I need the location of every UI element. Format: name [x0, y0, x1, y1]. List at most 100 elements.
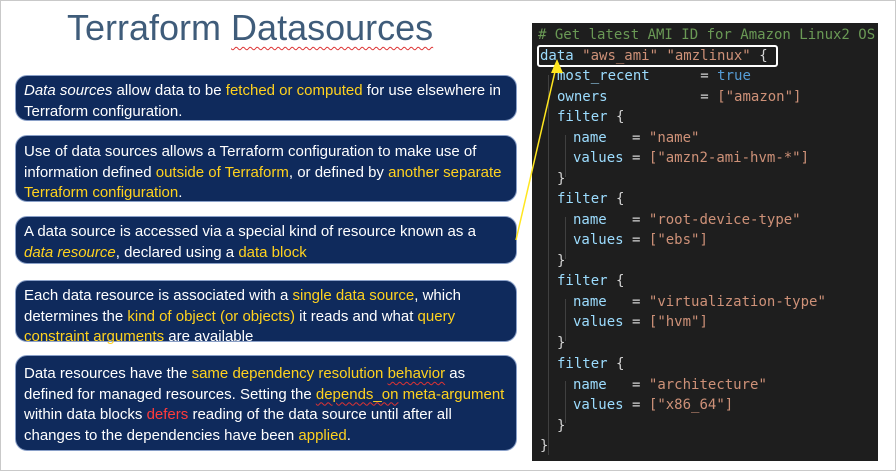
code-key-owners: owners — [557, 89, 608, 105]
code-f3-values: ["hvm"] — [648, 314, 708, 330]
code-eq: = — [632, 150, 641, 166]
b1-italic: Data sources — [24, 82, 113, 99]
b2-text-mid: , or defined by — [288, 163, 389, 181]
code-key-values: values — [573, 314, 624, 330]
b3-text: A data source is accessed via a special … — [24, 223, 476, 240]
code-f3-name: "virtualization-type" — [648, 294, 826, 310]
b4-text-end: are available — [164, 328, 254, 345]
b4-text-mid2: it reads and what — [294, 307, 418, 325]
slide-title: Terraform Datasources — [67, 7, 433, 49]
code-line-f3-name: name = "virtualization-type" — [573, 292, 826, 312]
code-key-name: name — [573, 212, 607, 228]
code-line-f1-name: name = "name" — [573, 128, 699, 148]
b5-highlight-depends-on: depends_on — [315, 385, 399, 403]
code-line-f1-values: values = ["amzn2-ami-hvm-*"] — [573, 148, 809, 168]
code-key-values: values — [573, 397, 624, 413]
slide: Terraform Datasources Data sources allow… — [0, 0, 896, 471]
code-eq: = — [632, 212, 641, 228]
code-f4-values: ["x86_64"] — [648, 397, 734, 413]
code-line-f2-name: name = "root-device-type" — [573, 210, 801, 230]
code-key-values: values — [573, 150, 624, 166]
code-keyword-filter: filter — [557, 356, 608, 372]
code-key-values: values — [573, 232, 624, 248]
info-box-single-data-source: Each data resource is associated with a … — [15, 280, 517, 345]
code-keyword-filter: filter — [557, 109, 608, 125]
info-box-data-sources: Data sources allow data to be fetched or… — [15, 75, 517, 121]
indent-guide-1 — [548, 75, 549, 455]
code-line-most-recent: most_recent = true — [557, 66, 751, 86]
code-line-owners: owners = ["amazon"] — [557, 87, 801, 107]
b5-highlight-defers: defers — [146, 406, 189, 423]
code-key-name: name — [573, 130, 607, 146]
b5-highlight-behavior: behavior — [387, 365, 446, 382]
code-eq: = — [700, 68, 709, 84]
code-close-brace: } — [557, 253, 566, 269]
b3-text-mid: , declared using a — [115, 243, 239, 261]
b5-highlight-meta: meta-argument — [398, 385, 505, 403]
code-line-filter-1: filter { — [557, 107, 624, 127]
code-f2-name: "root-device-type" — [648, 212, 801, 228]
code-eq: = — [632, 397, 641, 413]
code-owners-value: ["amazon"] — [717, 89, 802, 105]
code-final-brace: } — [540, 438, 549, 454]
code-open-brace: { — [616, 109, 625, 125]
code-key-most-recent: most_recent — [557, 68, 650, 84]
code-f4-name: "architecture" — [648, 377, 767, 393]
code-keyword-filter: filter — [557, 273, 608, 289]
info-box-use-of-data-sources: Use of data sources allows a Terraform c… — [15, 135, 517, 202]
title-word-terraform: Terraform — [67, 7, 222, 48]
code-line-close-3: } — [557, 333, 565, 353]
code-open-brace: { — [616, 273, 625, 289]
code-eq: = — [632, 130, 641, 146]
code-close-brace: } — [557, 335, 566, 351]
code-eq: = — [632, 294, 641, 310]
code-open-brace: { — [616, 356, 625, 372]
code-f1-values: ["amzn2-ami-hvm-*"] — [648, 150, 810, 166]
b5-highlight-same: same dependency resolution — [191, 365, 388, 382]
code-line-close-2: } — [557, 251, 565, 271]
code-line-f2-values: values = ["ebs"] — [573, 230, 708, 250]
code-highlight-box — [537, 45, 778, 67]
code-editor-panel: # Get latest AMI ID for Amazon Linux2 OS… — [532, 23, 878, 461]
code-eq: = — [700, 89, 709, 105]
code-line-f3-values: values = ["hvm"] — [573, 312, 708, 332]
code-eq: = — [632, 232, 641, 248]
title-word-datasources: Datasources — [231, 7, 434, 48]
b1-highlight: fetched or computed — [225, 82, 363, 99]
code-bool-true: true — [717, 68, 751, 84]
code-line-close-1: } — [557, 169, 565, 189]
code-line-close-4: } — [557, 416, 565, 436]
code-line-f4-name: name = "architecture" — [573, 375, 767, 395]
code-line-filter-4: filter { — [557, 354, 624, 374]
b5-text-mid2: within data blocks — [24, 406, 147, 423]
b2-highlight-outside: outside of Terraform — [155, 163, 289, 181]
code-line-comment: # Get latest AMI ID for Amazon Linux2 OS — [538, 25, 875, 45]
info-box-dependency: Data resources have the same dependency … — [15, 355, 517, 451]
code-key-name: name — [573, 294, 607, 310]
code-f1-name: "name" — [648, 130, 700, 146]
b4-highlight-single: single data source — [292, 287, 415, 304]
code-open-brace: { — [616, 191, 625, 207]
b2-text-end: . — [178, 184, 183, 201]
code-line-filter-3: filter { — [557, 271, 624, 291]
b5-text-end: . — [346, 426, 351, 444]
code-f2-values: ["ebs"] — [648, 232, 708, 248]
code-line-final-brace: } — [540, 436, 548, 456]
code-line-filter-2: filter { — [557, 189, 624, 209]
info-box-data-resource: A data source is accessed via a special … — [15, 216, 517, 264]
code-close-brace: } — [557, 418, 566, 434]
code-keyword-filter: filter — [557, 191, 608, 207]
b4-highlight-kind: kind of object (or objects) — [127, 307, 295, 325]
b4-text: Each data resource is associated with a — [24, 287, 293, 304]
code-comment: # Get latest AMI ID for Amazon Linux2 OS — [538, 27, 876, 43]
code-eq: = — [632, 377, 641, 393]
code-eq: = — [632, 314, 641, 330]
code-close-brace: } — [557, 171, 566, 187]
b1-text: allow data to be — [112, 82, 226, 99]
b3-highlight-data-block: data block — [238, 243, 307, 261]
code-line-f4-values: values = ["x86_64"] — [573, 395, 733, 415]
b5-highlight-applied: applied — [298, 426, 347, 444]
b5-text: Data resources have the — [24, 365, 192, 382]
code-key-name: name — [573, 377, 607, 393]
b3-highlight-data-resource: data resource — [24, 243, 116, 261]
